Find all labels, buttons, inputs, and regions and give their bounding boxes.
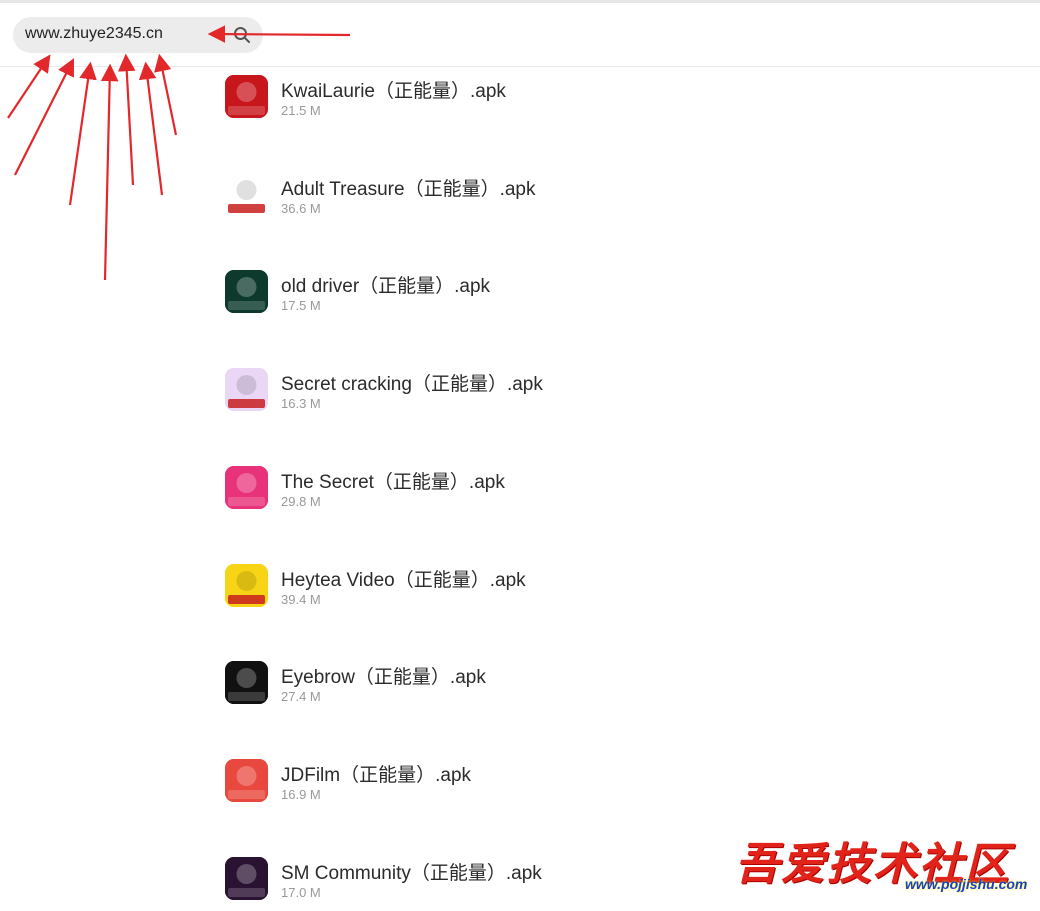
- watermark-url: www.pojjishu.com: [905, 876, 1028, 892]
- app-size: 36.6 M: [281, 201, 321, 216]
- the-secret-icon[interactable]: [225, 466, 268, 509]
- app-name[interactable]: The Secret（正能量）.apk: [281, 467, 505, 494]
- app-name[interactable]: Adult Treasure（正能量）.apk: [281, 174, 535, 201]
- app-name[interactable]: Eyebrow（正能量）.apk: [281, 662, 486, 689]
- app-size: 16.9 M: [281, 787, 321, 802]
- header-bar: www.zhuye2345.cn: [0, 3, 1040, 67]
- list-item[interactable]: JDFilm（正能量）.apk 16.9 M: [225, 759, 825, 805]
- app-name[interactable]: JDFilm（正能量）.apk: [281, 760, 471, 787]
- app-name[interactable]: old driver（正能量）.apk: [281, 271, 490, 298]
- app-size: 16.3 M: [281, 396, 321, 411]
- list-item[interactable]: KwaiLaurie（正能量）.apk 21.5 M: [225, 75, 825, 121]
- app-name[interactable]: SM Community（正能量）.apk: [281, 858, 542, 885]
- app-name[interactable]: KwaiLaurie（正能量）.apk: [281, 76, 506, 103]
- list-item[interactable]: Adult Treasure（正能量）.apk 36.6 M: [225, 173, 825, 219]
- secret-cracking-icon[interactable]: [225, 368, 268, 411]
- search-icon[interactable]: [233, 26, 251, 44]
- list-item[interactable]: Secret cracking（正能量）.apk 16.3 M: [225, 368, 825, 414]
- app-size: 27.4 M: [281, 689, 321, 704]
- old-driver-icon[interactable]: [225, 270, 268, 313]
- app-size: 21.5 M: [281, 103, 321, 118]
- app-size: 17.0 M: [281, 885, 321, 900]
- heytea-video-icon[interactable]: [225, 564, 268, 607]
- list-item[interactable]: Eyebrow（正能量）.apk 27.4 M: [225, 661, 825, 707]
- watermark-logo: 吾爱技术社区 www.pojjishu.com: [735, 828, 1035, 898]
- app-name[interactable]: Secret cracking（正能量）.apk: [281, 369, 543, 396]
- adult-treasure-icon[interactable]: [225, 173, 268, 216]
- jdfilm-icon[interactable]: [225, 759, 268, 802]
- search-box[interactable]: www.zhuye2345.cn: [13, 17, 263, 53]
- sm-community-icon[interactable]: [225, 857, 268, 900]
- search-input[interactable]: www.zhuye2345.cn: [25, 25, 163, 43]
- app-size: 17.5 M: [281, 298, 321, 313]
- list-item[interactable]: The Secret（正能量）.apk 29.8 M: [225, 466, 825, 512]
- app-size: 29.8 M: [281, 494, 321, 509]
- app-name[interactable]: Heytea Video（正能量）.apk: [281, 565, 526, 592]
- kwailaurie-icon[interactable]: [225, 75, 268, 118]
- eyebrow-icon[interactable]: [225, 661, 268, 704]
- app-size: 39.4 M: [281, 592, 321, 607]
- list-item[interactable]: Heytea Video（正能量）.apk 39.4 M: [225, 564, 825, 610]
- list-item[interactable]: old driver（正能量）.apk 17.5 M: [225, 270, 825, 316]
